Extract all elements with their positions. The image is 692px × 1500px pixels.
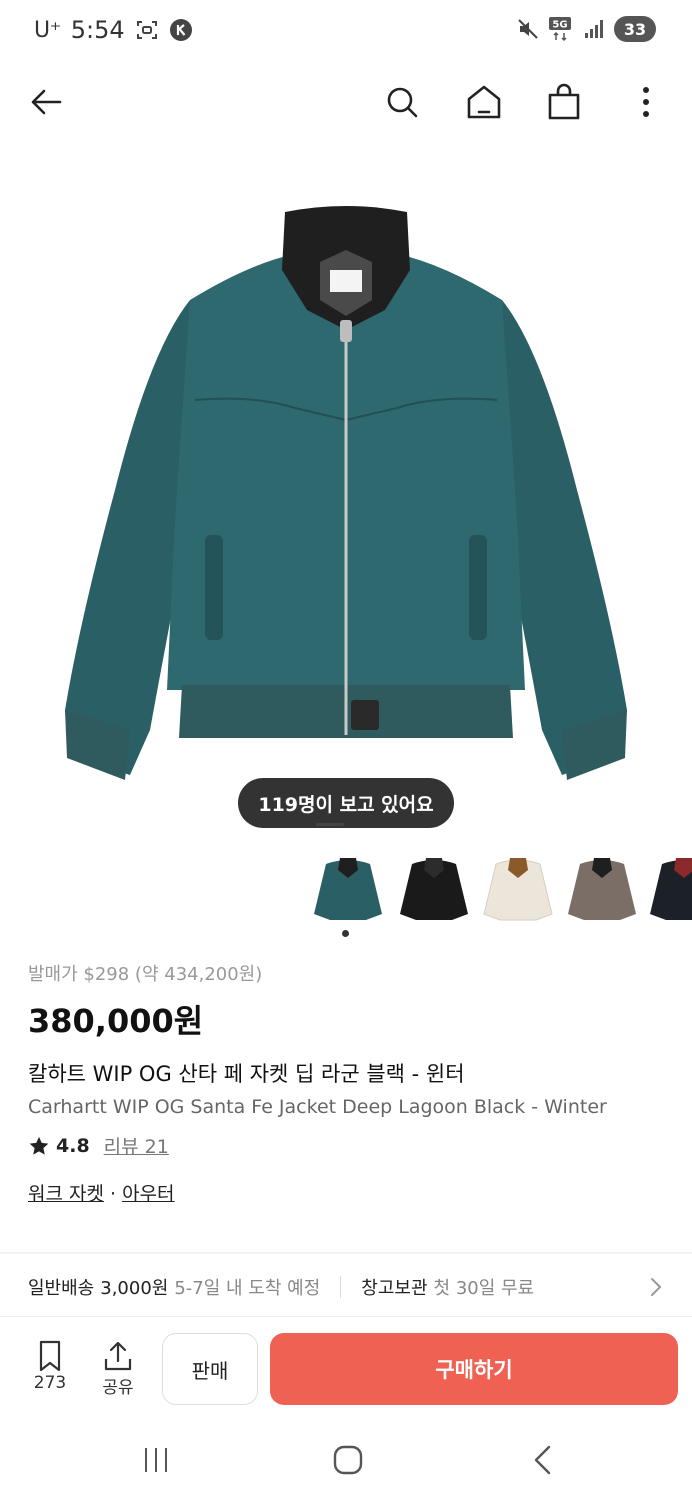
more-vertical-icon[interactable] [626,82,666,122]
viewers-count-badge: 119명이 보고 있어요 [238,778,454,828]
variant-thumb-ivory[interactable] [478,848,558,928]
shipping-eta: 5-7일 내 도착 예정 [174,1278,321,1299]
kakao-k-icon [169,19,192,41]
back-system-icon[interactable] [526,1442,562,1478]
category-breadcrumb: 워크 자켓 · 아우터 [28,1179,668,1206]
shipping-info-row[interactable]: 일반배송 3,000원 5-7일 내 도착 예정 창고보관 첫 30일 무료 [28,1262,668,1312]
signal-icon [585,20,603,38]
top-nav [0,70,692,134]
category-outer-link[interactable]: 아우터 [122,1183,174,1205]
share-icon [104,1341,132,1371]
bookmark-count: 273 [33,1373,67,1393]
home-icon[interactable] [464,82,504,122]
home-system-icon[interactable] [330,1442,366,1478]
rating-row: 4.8 리뷰 21 [28,1132,668,1159]
product-image [65,206,627,780]
variant-thumb-taupe[interactable] [562,848,642,928]
variant-thumb-deep-lagoon[interactable] [308,848,388,928]
recent-apps-icon[interactable] [138,1442,174,1478]
svg-text:5G: 5G [552,20,567,31]
variant-thumb-dark-navy[interactable] [644,848,692,928]
product-name-ko: 칼하트 WIP OG 산타 페 자켓 딥 라군 블랙 - 윈터 [28,1062,465,1086]
buy-button[interactable]: 구매하기 [270,1333,678,1405]
carrier-label: U⁺ [34,17,61,43]
shipping-label: 일반배송 [28,1278,95,1299]
category-work-jacket-link[interactable]: 워크 자켓 [28,1183,104,1205]
bookmark-icon [39,1340,61,1372]
star-icon [29,1136,49,1155]
status-time: 5:54 [70,16,125,44]
share-button[interactable]: 공유 [88,1339,148,1398]
bookmark-button[interactable]: 273 [20,1339,80,1393]
back-arrow-icon[interactable] [26,82,66,122]
current-price: 380,000원 [28,1002,204,1040]
product-info: 발매가 $298 (약 434,200원) 380,000원 칼하트 WIP O… [28,960,668,1206]
network-5g-icon: 5G [549,17,571,42]
shipping-separator [340,1276,342,1298]
share-label: 공유 [102,1378,134,1398]
storage-label: 창고보관 [361,1278,428,1299]
section-divider [0,1252,692,1254]
search-icon[interactable] [382,82,422,122]
variant-thumb-black[interactable] [394,848,474,928]
variant-thumbnails [300,848,692,928]
status-bar: U⁺ 5:54 5G 33 [0,0,692,64]
shopping-bag-icon[interactable] [544,82,584,122]
rating-value: 4.8 [56,1134,90,1157]
mute-icon [518,19,538,39]
reviews-link[interactable]: 리뷰 21 [104,1132,169,1159]
selected-variant-dot [342,930,349,937]
storage-info: 첫 30일 무료 [433,1278,535,1299]
product-name-en: Carhartt WIP OG Santa Fe Jacket Deep Lag… [28,1096,607,1118]
shipping-fee: 3,000원 [100,1278,169,1299]
bottom-action-bar: 273 공유 판매 구매하기 [0,1316,692,1416]
chevron-right-icon [651,1278,661,1296]
category-separator: · [103,1183,123,1205]
release-price: 발매가 $298 (약 434,200원) [28,964,263,985]
sell-button[interactable]: 판매 [162,1333,258,1405]
system-nav-bar [0,1420,692,1500]
battery-indicator: 33 [614,16,656,42]
screenshot-icon [136,21,157,39]
image-scroll-indicator [316,823,344,826]
